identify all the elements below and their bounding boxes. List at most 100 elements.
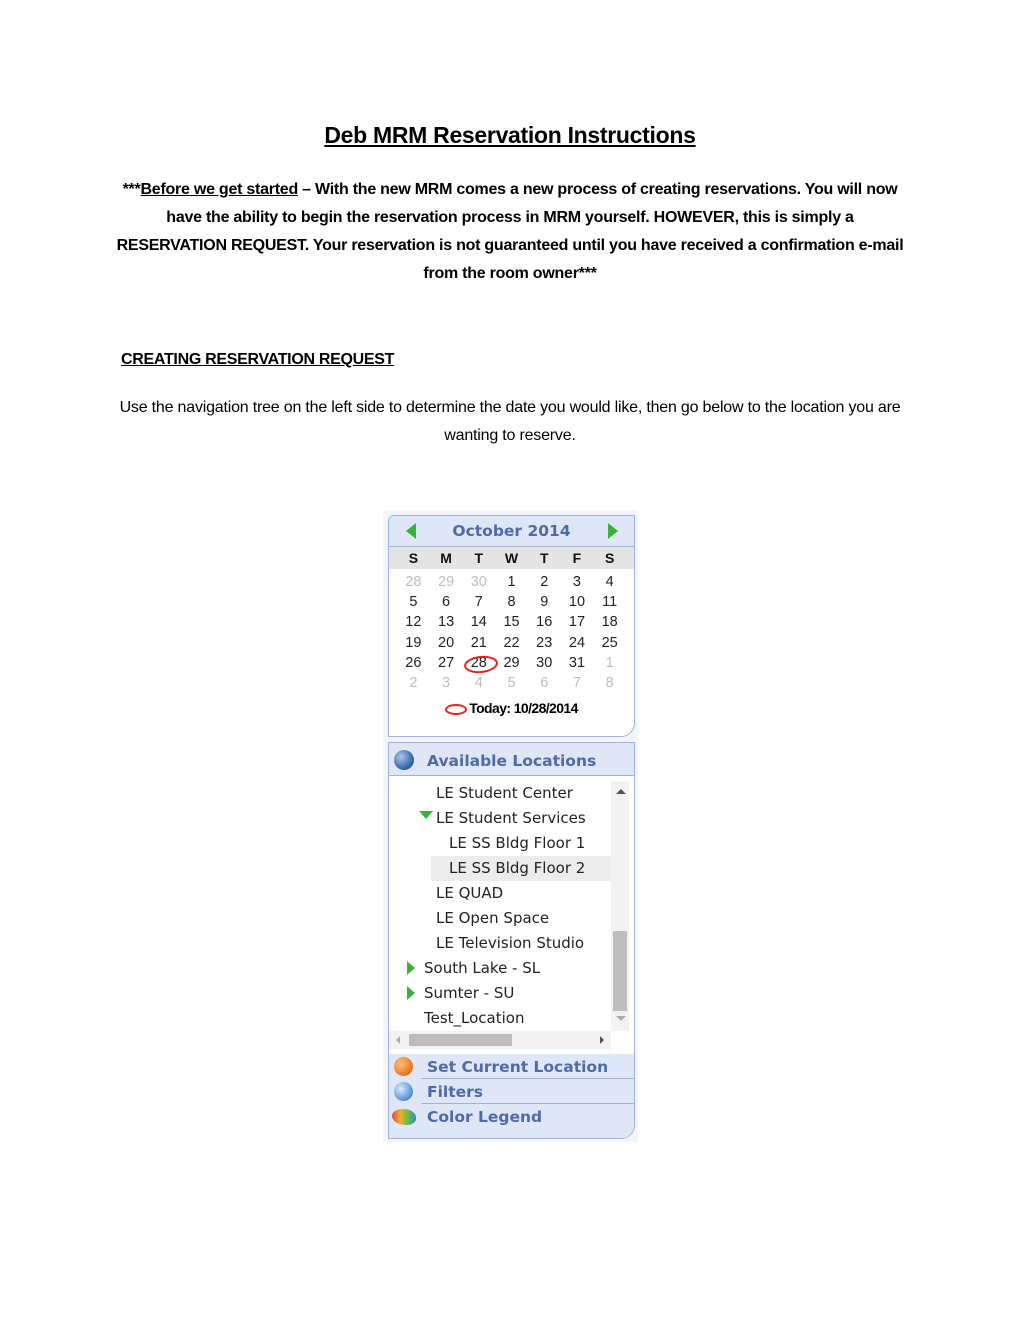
calendar-day[interactable]: 5 — [397, 592, 430, 612]
calendar-day[interactable]: 21 — [462, 633, 495, 653]
calendar-day[interactable]: 4 — [593, 572, 626, 592]
calendar-day-grid: 28 29 30 1 2 3 4 5 6 7 8 9 10 11 12 13 14 15 16 17 18 19 20 21 2… — [389, 569, 634, 693]
location-tree-item[interactable]: LE SS Bldg Floor 2 — [431, 856, 611, 881]
calendar-day-today[interactable]: 28 — [462, 653, 495, 673]
calendar-day[interactable]: 23 — [528, 633, 561, 653]
intro-paragraph: ***Before we get started – With the new … — [110, 176, 910, 288]
calendar-day[interactable]: 18 — [593, 612, 626, 632]
calendar-day[interactable]: 7 — [561, 673, 594, 693]
calendar-day[interactable]: 2 — [528, 572, 561, 592]
calendar-day[interactable]: 3 — [561, 572, 594, 592]
location-tree-item[interactable]: LE Television Studio — [389, 931, 611, 956]
calendar-day[interactable]: 16 — [528, 612, 561, 632]
location-tree-item[interactable]: LE Student Center — [389, 781, 611, 806]
accordion-set-current-location[interactable]: Set Current Location — [389, 1054, 634, 1079]
calendar-day[interactable]: 4 — [462, 673, 495, 693]
calendar-day[interactable]: 5 — [495, 673, 528, 693]
calendar-day[interactable]: 31 — [561, 653, 594, 673]
calendar-day[interactable]: 6 — [528, 673, 561, 693]
location-tree-item[interactable]: LE Open Space — [389, 906, 611, 931]
location-label: LE Student Services — [436, 809, 586, 827]
vertical-scrollbar[interactable] — [611, 781, 629, 1031]
calendar-day[interactable]: 24 — [561, 633, 594, 653]
filter-globe-icon — [394, 1082, 413, 1101]
calendar-day[interactable]: 30 — [462, 572, 495, 592]
calendar-week-row: 26 27 28 29 30 31 1 — [397, 653, 626, 673]
calendar-day[interactable]: 6 — [430, 592, 463, 612]
horizontal-scrollbar[interactable] — [389, 1031, 611, 1049]
accordion-filters[interactable]: Filters — [389, 1079, 634, 1104]
today-link[interactable]: Today: 10/28/2014 — [389, 700, 634, 716]
calendar-day[interactable]: 27 — [430, 653, 463, 673]
horizontal-scroll-thumb[interactable] — [409, 1034, 512, 1046]
calendar-day[interactable]: 8 — [495, 592, 528, 612]
today-label: Today: 10/28/2014 — [469, 700, 578, 717]
calendar-day[interactable]: 3 — [430, 673, 463, 693]
collapsed-triangle-icon[interactable] — [407, 986, 415, 1000]
expanded-triangle-icon[interactable] — [419, 811, 433, 819]
calendar-day[interactable]: 12 — [397, 612, 430, 632]
calendar-day[interactable]: 11 — [593, 592, 626, 612]
intro-prefix: *** — [122, 181, 141, 198]
calendar-week-row: 5 6 7 8 9 10 11 — [397, 592, 626, 612]
calendar-day[interactable]: 8 — [593, 673, 626, 693]
weekday-label: F — [572, 550, 582, 566]
page-title: Deb MRM Reservation Instructions — [324, 122, 696, 148]
location-label: LE Student Center — [436, 784, 573, 802]
location-tree-item[interactable]: South Lake - SL — [389, 956, 611, 981]
calendar-day[interactable]: 26 — [397, 653, 430, 673]
today-marker-icon — [445, 703, 468, 715]
chameleon-icon — [392, 1109, 416, 1125]
accordion-label: Color Legend — [427, 1108, 543, 1126]
calendar-day[interactable]: 30 — [528, 653, 561, 673]
location-label: LE Television Studio — [436, 934, 585, 952]
collapsed-triangle-icon[interactable] — [407, 961, 415, 975]
location-tree: LE Student Center LE Student Services LE S… — [389, 781, 611, 1031]
weekday-label: T — [474, 550, 484, 566]
globe-icon — [394, 750, 414, 770]
calendar-day[interactable]: 25 — [593, 633, 626, 653]
calendar-day[interactable]: 1 — [495, 572, 528, 592]
mrm-navigation-screenshot: October 2014 SMTWTFS 28 29 30 1 2 3 4 5 6 7 8 9 10 11… — [383, 510, 638, 1142]
locations-header[interactable]: Available Locations — [389, 743, 634, 776]
location-tree-item[interactable]: Test_Location — [389, 1006, 611, 1031]
location-tree-item[interactable]: LE Student Services — [389, 806, 611, 831]
calendar-day[interactable]: 14 — [462, 612, 495, 632]
calendar-day[interactable]: 2 — [397, 673, 430, 693]
scroll-left-arrow-icon[interactable] — [396, 1036, 400, 1044]
scroll-down-arrow-icon[interactable] — [616, 1016, 626, 1021]
calendar-day[interactable]: 1 — [593, 653, 626, 673]
calendar-day[interactable]: 17 — [561, 612, 594, 632]
calendar-week-row: 19 20 21 22 23 24 25 — [397, 633, 626, 653]
location-label: LE SS Bldg Floor 1 — [449, 834, 586, 852]
calendar-day[interactable]: 20 — [430, 633, 463, 653]
location-label: LE Open Space — [436, 909, 550, 927]
calendar-day[interactable]: 13 — [430, 612, 463, 632]
calendar-day[interactable]: 7 — [462, 592, 495, 612]
intro-underlined: Before we get started — [140, 181, 299, 198]
weekday-label: W — [504, 550, 519, 566]
location-label: LE QUAD — [436, 884, 504, 902]
calendar-week-row: 28 29 30 1 2 3 4 — [397, 572, 626, 592]
calendar-day[interactable]: 22 — [495, 633, 528, 653]
calendar-day[interactable]: 9 — [528, 592, 561, 612]
scroll-up-arrow-icon[interactable] — [616, 789, 626, 794]
weekday-label: M — [440, 550, 452, 566]
scroll-right-arrow-icon[interactable] — [600, 1036, 604, 1044]
calendar-day[interactable]: 19 — [397, 633, 430, 653]
calendar-week-row: 2345678 — [397, 673, 626, 693]
calendar-day[interactable]: 28 — [397, 572, 430, 592]
weekday-label: T — [539, 550, 549, 566]
weekday-label: S — [605, 550, 615, 566]
calendar-day[interactable]: 29 — [495, 653, 528, 673]
location-tree-item[interactable]: LE QUAD — [389, 881, 611, 906]
calendar-day[interactable]: 10 — [561, 592, 594, 612]
calendar-day[interactable]: 15 — [495, 612, 528, 632]
calendar-day[interactable]: 29 — [430, 572, 463, 592]
next-month-arrow-icon[interactable] — [608, 523, 618, 539]
location-tree-item[interactable]: LE SS Bldg Floor 1 — [389, 831, 611, 856]
accordion-color-legend[interactable]: Color Legend — [389, 1104, 634, 1138]
vertical-scroll-thumb[interactable] — [613, 931, 627, 1011]
location-tree-item[interactable]: Sumter - SU — [389, 981, 611, 1006]
location-label: LE SS Bldg Floor 2 — [449, 859, 586, 877]
